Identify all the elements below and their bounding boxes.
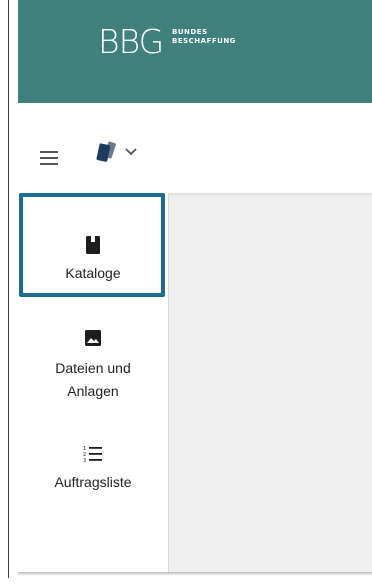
numbered-list-icon: 1 2 3 [83,446,102,463]
sidebar-item-auftragsliste[interactable]: 1 2 3 Auftragsliste [18,445,168,494]
sidebar-item-label: Auftragsliste [54,474,132,490]
sidebar-item-dateien-und-anlagen[interactable]: Dateien und Anlagen [18,329,168,403]
svg-text:3: 3 [83,458,86,463]
logo-bbg-text: BBG [98,22,164,61]
sidebar-item-label-line2: Anlagen [67,383,119,399]
selection-outline [19,193,165,297]
window-bottom-shadow [18,572,372,576]
image-icon [85,330,101,346]
logo-subtitle: BUNDES BESCHAFFUNG [172,28,236,46]
app-header: BBG BUNDES BESCHAFFUNG [18,0,372,103]
toolbar [18,103,372,193]
sidebar-nav: Kataloge Dateien und Anlagen 1 2 3 Auftr… [18,193,169,572]
sidebar-item-kataloge[interactable]: Kataloge [18,193,168,303]
logo-subtitle-line1: BUNDES [172,28,208,36]
app-switcher-button[interactable] [92,137,162,167]
hamburger-menu-icon[interactable] [40,151,58,165]
sidebar-item-label: Dateien und Anlagen [18,357,168,403]
chevron-down-icon [125,148,137,156]
page-left-rule [8,0,9,578]
main-content-area [169,193,372,572]
app-window: BBG BUNDES BESCHAFFUNG Kataloge Dateien … [18,0,372,572]
toolbar-shadow [169,193,372,197]
logo-subtitle-line2: BESCHAFFUNG [172,37,236,45]
cards-icon [96,141,116,162]
sidebar-item-label-line1: Dateien und [55,360,131,376]
